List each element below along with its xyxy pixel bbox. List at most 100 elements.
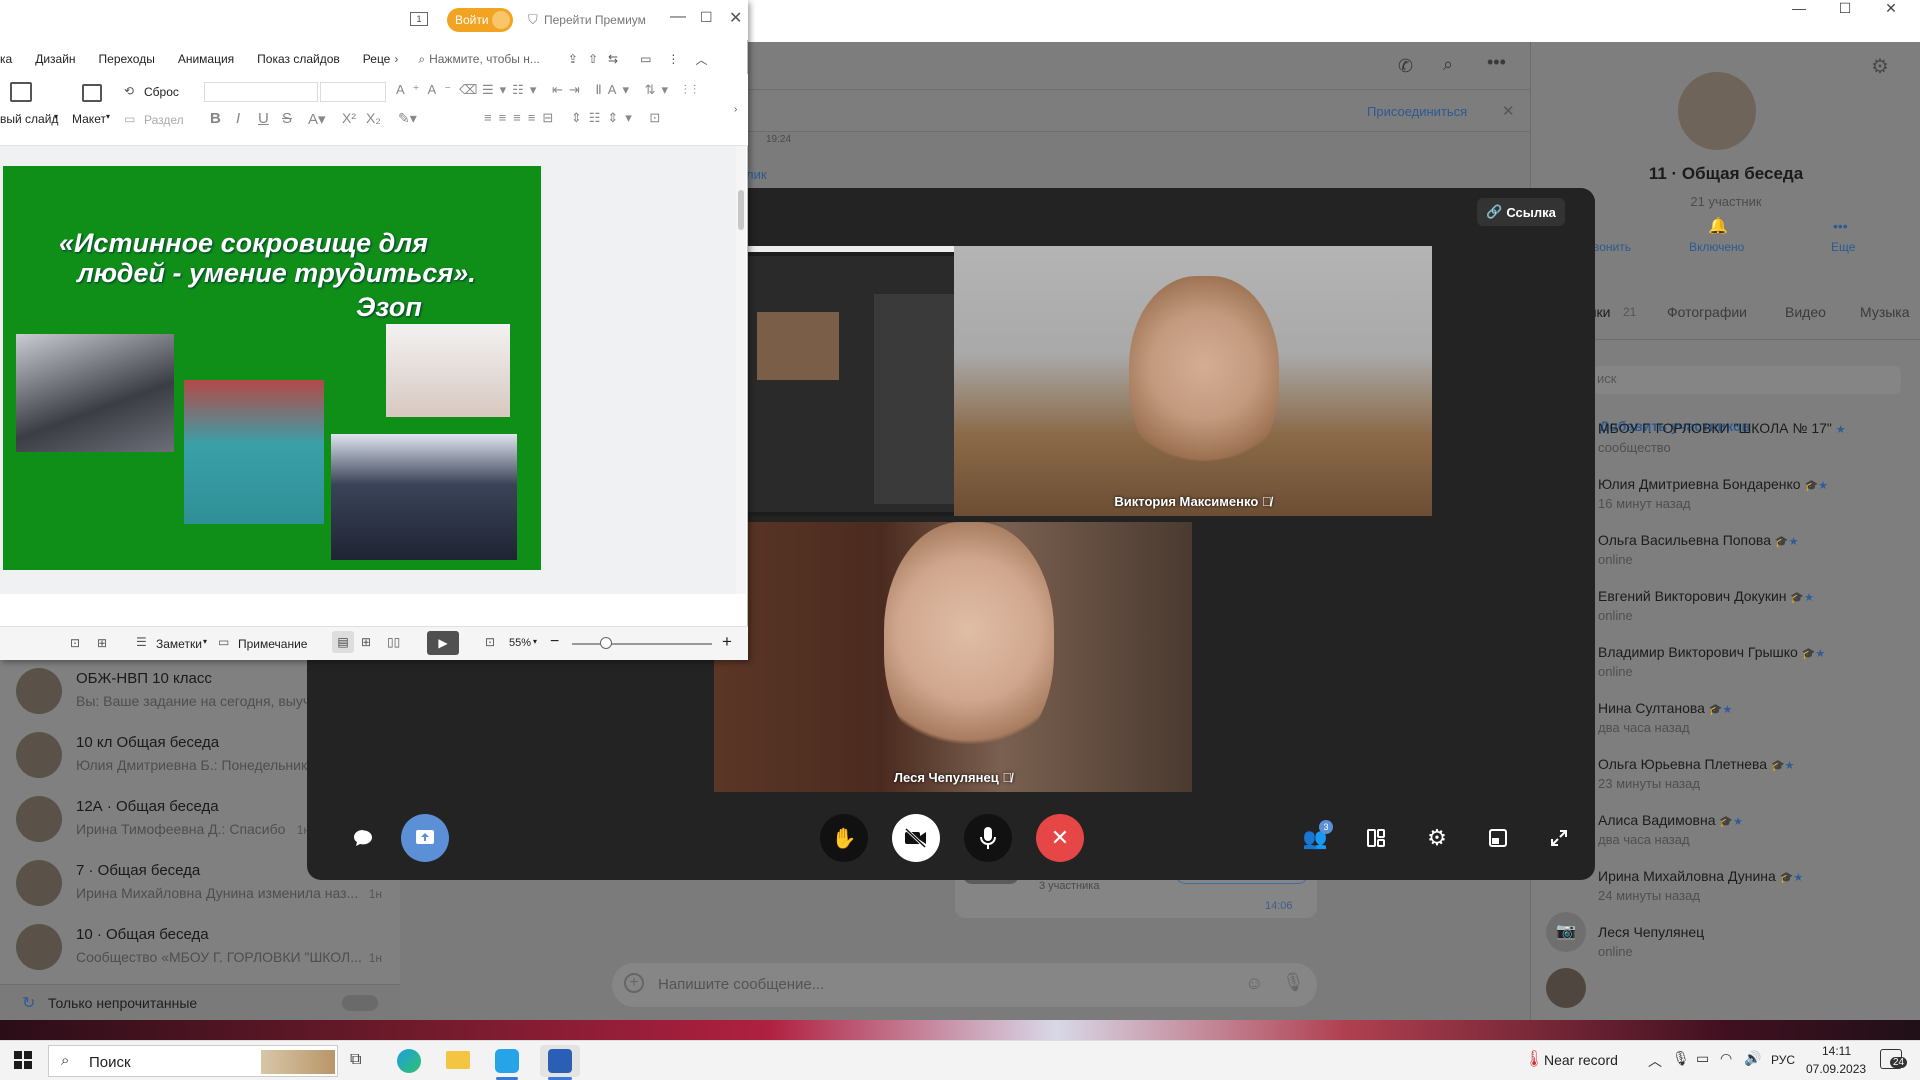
- settings-icon[interactable]: ⚙: [1871, 54, 1889, 79]
- comment-icon[interactable]: ▭: [640, 52, 651, 66]
- text-format-underline-icon[interactable]: U: [258, 110, 269, 127]
- slide-image-laptop[interactable]: [386, 324, 510, 417]
- more-vertical-icon[interactable]: ⋮: [667, 52, 679, 66]
- tab-insert[interactable]: ка: [0, 52, 12, 66]
- superscript-icon[interactable]: X²: [342, 110, 356, 126]
- maximize-icon[interactable]: ☐: [1822, 0, 1868, 16]
- list-item[interactable]: Владимир Викторович Грышко 🎓★ online: [1598, 644, 1908, 679]
- subscript-icon[interactable]: X₂: [366, 110, 381, 126]
- grid-view-icon[interactable]: ⊞: [361, 635, 371, 649]
- tab-design[interactable]: Дизайн: [35, 52, 75, 66]
- clock-time[interactable]: 14:11: [1822, 1044, 1851, 1058]
- text-format-strike-icon[interactable]: S: [282, 110, 292, 127]
- message-composer[interactable]: + Напишите сообщение... ☺ 🎙: [612, 963, 1317, 1007]
- premium-link[interactable]: Перейти Премиум: [544, 13, 646, 27]
- call-link-button[interactable]: 🔗 Ссылка: [1477, 198, 1565, 226]
- chevron-right-icon[interactable]: ›: [394, 52, 398, 66]
- microphone-tray-icon[interactable]: 🎙: [1672, 1050, 1690, 1067]
- fit-icon[interactable]: ⊞: [97, 636, 107, 650]
- windows-start-icon[interactable]: [14, 1051, 32, 1069]
- microphone-icon[interactable]: 🎙: [1282, 972, 1305, 993]
- comment-button[interactable]: Примечание: [238, 637, 307, 651]
- message-input[interactable]: Напишите сообщение...: [658, 976, 824, 993]
- list-item[interactable]: 10 · Общая беседа Сообщество «МБОУ Г. ГО…: [0, 916, 400, 980]
- ribbon-scroll-icon[interactable]: ›: [734, 104, 737, 115]
- slide-image-cockpit[interactable]: [331, 434, 517, 560]
- list-item[interactable]: Евгений Викторович Докукин 🎓★ online: [1598, 588, 1908, 623]
- join-call-button[interactable]: Присоединиться: [1367, 104, 1467, 119]
- font-color-icon[interactable]: A▾: [308, 110, 326, 128]
- file-explorer-icon[interactable]: [446, 1051, 470, 1069]
- list-item[interactable]: Леся Чепулянец online: [1598, 924, 1908, 959]
- scrollbar-thumb[interactable]: [738, 190, 744, 230]
- volume-icon[interactable]: 🔊: [1744, 1050, 1761, 1067]
- layout-button[interactable]: Макет: [72, 112, 106, 126]
- call-settings-button[interactable]: ⚙: [1417, 818, 1457, 858]
- tab-transitions[interactable]: Переходы: [99, 52, 155, 66]
- list-item[interactable]: Ирина Михайловна Дунина 🎓★ 24 минуты наз…: [1598, 868, 1908, 903]
- section-button[interactable]: Раздел: [144, 113, 184, 127]
- phone-icon[interactable]: ✆: [1398, 56, 1413, 77]
- fullscreen-button[interactable]: [1539, 818, 1579, 858]
- collapse-ribbon-icon[interactable]: ︿: [695, 51, 707, 68]
- maximize-icon[interactable]: ☐: [700, 9, 713, 26]
- slide-image-stewardesses[interactable]: [184, 380, 324, 524]
- login-button[interactable]: Войти: [447, 8, 513, 32]
- camera-toggle-button[interactable]: [892, 814, 940, 862]
- minimize-icon[interactable]: —: [670, 8, 686, 26]
- highlight-icon[interactable]: ✎▾: [398, 110, 417, 127]
- list-item[interactable]: Ольга Васильевна Попова 🎓★ online: [1598, 532, 1908, 567]
- new-slide-icon[interactable]: [10, 82, 32, 102]
- export-icon[interactable]: ⇧: [588, 52, 598, 66]
- tab-photos[interactable]: Фотографии: [1667, 304, 1747, 320]
- end-call-button[interactable]: ✕: [1036, 814, 1084, 862]
- task-view-icon[interactable]: ⧉: [350, 1051, 361, 1069]
- slide-canvas[interactable]: «Истинное сокровище для людей - умение т…: [3, 166, 541, 570]
- page-count-icon[interactable]: 1: [410, 12, 428, 26]
- language-indicator[interactable]: РУС: [1771, 1053, 1795, 1067]
- reset-button[interactable]: Сброс: [144, 85, 179, 99]
- clock-date[interactable]: 07.09.2023: [1806, 1062, 1866, 1076]
- notes-button[interactable]: Заметки: [156, 637, 202, 651]
- list-item[interactable]: Юлия Дмитриевна Бондаренко 🎓★ 16 минут н…: [1598, 476, 1908, 511]
- microphone-button[interactable]: [964, 814, 1012, 862]
- member-search-input[interactable]: иск: [1587, 366, 1901, 394]
- sync-icon[interactable]: ⇆: [608, 52, 618, 66]
- command-search[interactable]: Нажмите, чтобы н...: [429, 52, 540, 66]
- list-item[interactable]: Алиса Вадимовна 🎓★ два часа назад: [1598, 812, 1908, 847]
- emoji-icon[interactable]: ☺: [1245, 973, 1263, 994]
- group-action-more[interactable]: Еще: [1831, 240, 1855, 254]
- taskbar-search[interactable]: ⌕ Поиск: [48, 1045, 338, 1077]
- chevron-up-icon[interactable]: ︿: [1648, 1051, 1662, 1071]
- slide-sorter-icon[interactable]: ⊡: [70, 636, 80, 650]
- list-item[interactable]: Нина Султанова 🎓★ два часа назад: [1598, 700, 1908, 735]
- vertical-scrollbar[interactable]: [736, 146, 746, 594]
- weather-label[interactable]: Near record: [1544, 1052, 1618, 1068]
- unread-only-toggle[interactable]: [342, 995, 378, 1011]
- share-screen-button[interactable]: [401, 814, 449, 862]
- chat-button[interactable]: [343, 818, 383, 858]
- group-action-notifications[interactable]: Включено: [1689, 240, 1744, 254]
- close-join-icon[interactable]: ✕: [1502, 102, 1515, 120]
- tab-animation[interactable]: Анимация: [178, 52, 234, 66]
- tab-slideshow[interactable]: Показ слайдов: [257, 52, 340, 66]
- layout-button[interactable]: [1356, 818, 1396, 858]
- list-item[interactable]: Ольга Юрьевна Плетнева 🎓★ 23 минуты наза…: [1598, 756, 1908, 791]
- minimize-icon[interactable]: —: [1776, 0, 1822, 16]
- participants-button[interactable]: 👥 3: [1295, 818, 1335, 858]
- participant-tile[interactable]: Виктория Максименко 🎙̸: [954, 246, 1432, 516]
- group-action-call[interactable]: вонить: [1593, 240, 1631, 254]
- tab-music[interactable]: Музыка: [1860, 304, 1910, 320]
- layout-icon[interactable]: [82, 84, 102, 102]
- zoom-level[interactable]: 55%: [509, 637, 531, 649]
- search-icon[interactable]: ⌕: [1443, 54, 1453, 75]
- wifi-icon[interactable]: ◠: [1720, 1050, 1732, 1067]
- close-icon[interactable]: ✕: [729, 8, 742, 28]
- taskbar-search-input[interactable]: Поиск: [89, 1054, 131, 1071]
- tab-review[interactable]: Реце: [363, 52, 391, 66]
- minimize-call-button[interactable]: [1478, 818, 1518, 858]
- battery-icon[interactable]: ▭: [1696, 1050, 1709, 1067]
- play-slideshow-button[interactable]: ▶: [427, 631, 459, 655]
- font-size-select[interactable]: [320, 82, 386, 102]
- participant-tile[interactable]: Леся Чепулянец 🎙̸: [714, 522, 1192, 792]
